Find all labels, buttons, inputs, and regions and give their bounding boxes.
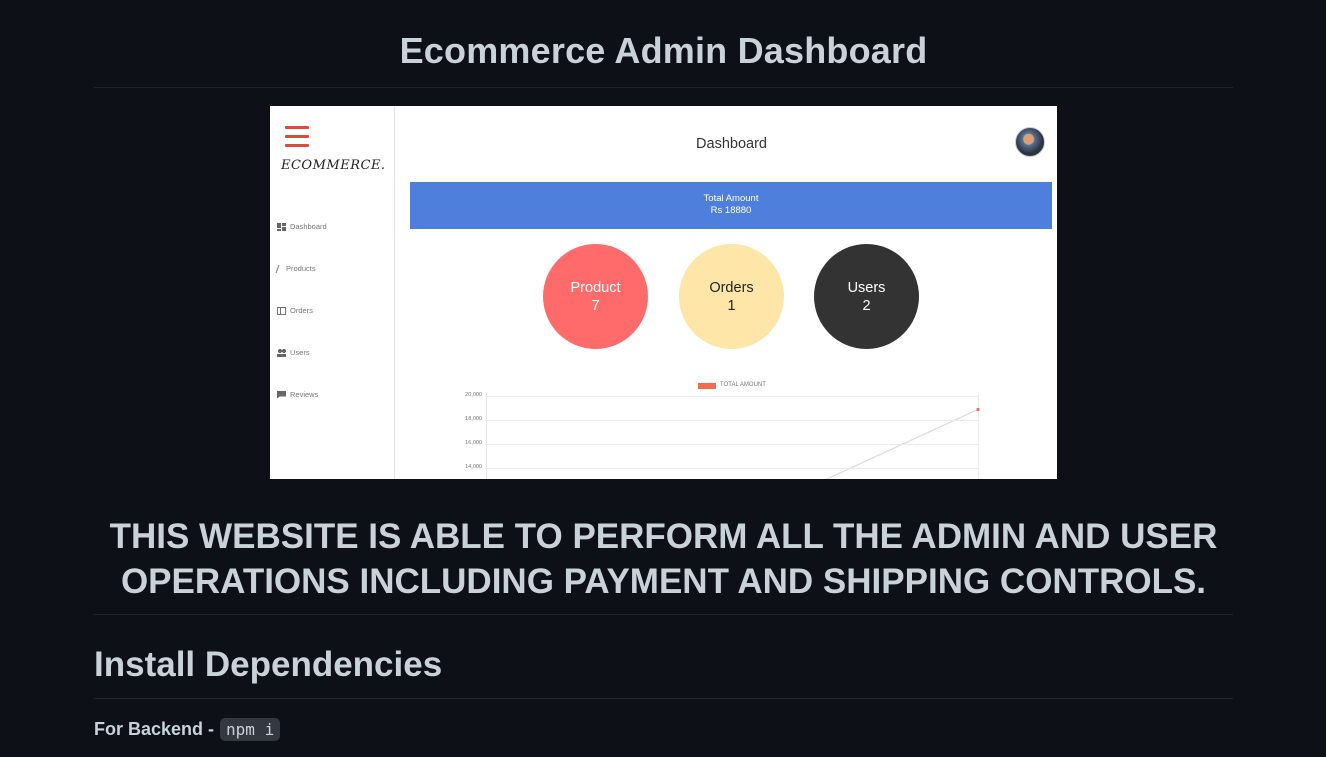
product-count-circle[interactable]: Product 7 [543,244,648,349]
orders-icon [277,306,286,315]
y-tick-label: 20,000 [465,392,482,398]
avatar[interactable] [1015,127,1045,157]
backend-install-line: For Backend - npm i [94,718,281,741]
orders-label: Orders [709,279,754,296]
title-divider [94,87,1233,88]
gridline [486,396,978,397]
sidebar-item-products[interactable]: Products [275,264,316,273]
reviews-icon [277,390,286,399]
feature-headline: THIS WEBSITE IS ABLE TO PERFORM ALL THE … [94,514,1233,604]
product-label: Product [570,279,621,296]
product-value: 7 [591,297,600,314]
y-tick-label: 16,000 [465,440,482,446]
sidebar-item-dashboard[interactable]: Dashboard [277,222,327,231]
dashboard-screenshot: ECOMMERCE. Dashboard Products Orders Use… [270,106,1057,479]
total-amount-line-chart: TOTAL AMOUNT 20,000 18,000 16,000 14,000 [430,378,990,479]
sidebar-item-orders[interactable]: Orders [277,306,313,315]
gridline [486,444,978,445]
users-value: 2 [862,297,871,314]
install-divider [94,698,1233,699]
gridline [486,468,978,469]
gridline [486,420,978,421]
headline-line-1: THIS WEBSITE IS ABLE TO PERFORM ALL THE … [109,517,1218,556]
dashboard-icon [277,222,286,231]
logo: ECOMMERCE. [281,158,386,173]
orders-count-circle[interactable]: Orders 1 [679,244,784,349]
orders-value: 1 [727,297,736,314]
dashboard-heading: Dashboard [696,136,767,152]
sidebar-item-label: Products [286,264,316,273]
readme-title: Ecommerce Admin Dashboard [399,30,928,71]
products-icon [275,264,284,273]
sidebar-item-label: Users [290,348,310,357]
sidebar: ECOMMERCE. Dashboard Products Orders Use… [270,106,395,479]
chart-plot [825,407,980,479]
users-icon [277,348,286,357]
users-count-circle[interactable]: Users 2 [814,244,919,349]
total-amount-value: Rs 18880 [710,205,752,216]
sidebar-item-reviews[interactable]: Reviews [277,390,318,399]
data-point [976,407,980,412]
sidebar-item-users[interactable]: Users [277,348,310,357]
sidebar-item-label: Reviews [290,390,319,399]
backend-command[interactable]: npm i [220,718,281,741]
y-tick-label: 18,000 [465,416,482,422]
users-label: Users [847,279,886,296]
headline-line-2: OPERATIONS INCLUDING PAYMENT AND SHIPPIN… [120,562,1207,601]
total-amount-banner: Total Amount Rs 18880 [410,182,1052,229]
sidebar-item-label: Orders [290,306,313,315]
total-amount-label: Total Amount [703,193,759,204]
sidebar-item-label: Dashboard [290,222,327,231]
y-tick-label: 14,000 [465,464,482,470]
install-heading: Install Dependencies [94,645,443,684]
hamburger-menu-icon[interactable] [285,126,309,148]
backend-label: For Backend - [94,719,215,739]
headline-divider [94,614,1233,615]
